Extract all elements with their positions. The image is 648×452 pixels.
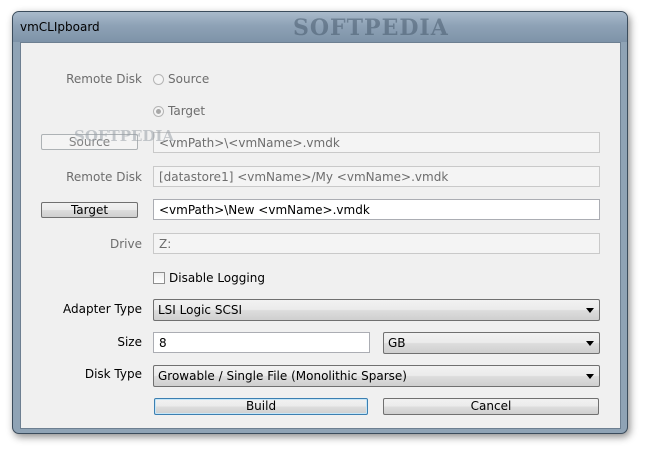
target-path-field[interactable]: <vmPath>\New <vmName>.vmdk <box>153 199 600 220</box>
disk-type-select[interactable]: Growable / Single File (Monolithic Spars… <box>153 365 600 387</box>
adapter-type-label: Adapter Type <box>63 302 142 316</box>
softpedia-watermark: SOFTPEDIA <box>74 127 175 145</box>
size-unit-select[interactable]: GB <box>383 332 600 354</box>
remote-disk-label: Remote Disk <box>66 72 142 86</box>
remote-disk-path-field[interactable]: [datastore1] <vmName>/My <vmName>.vmdk <box>153 166 600 187</box>
adapter-type-value: LSI Logic SCSI <box>158 303 242 317</box>
disable-logging-label: Disable Logging <box>169 271 265 285</box>
disk-type-label: Disk Type <box>84 367 142 381</box>
window-title: vmCLIpboard <box>20 20 100 34</box>
chevron-down-icon <box>586 374 594 379</box>
drive-field[interactable]: Z: <box>153 233 600 254</box>
size-field[interactable]: 8 <box>153 332 370 353</box>
dialog-body: Remote Disk Source Target Source <vmPath… <box>20 42 621 429</box>
source-path-field[interactable]: <vmPath>\<vmName>.vmdk <box>153 132 600 153</box>
radio-source-label: Source <box>168 72 210 86</box>
target-button[interactable]: Target <box>41 202 138 218</box>
adapter-type-select[interactable]: LSI Logic SCSI <box>153 299 600 321</box>
radio-source-indicator[interactable] <box>153 73 164 85</box>
radio-target-label: Target <box>168 104 206 118</box>
title-bar[interactable]: vmCLIpboard SOFTPEDIA <box>13 12 627 42</box>
size-label: Size <box>117 335 142 349</box>
chevron-down-icon <box>586 341 594 346</box>
app-window: vmCLIpboard SOFTPEDIA Remote Disk Source… <box>12 11 628 434</box>
remote-disk-label-2: Remote Disk <box>66 170 142 184</box>
watermark-logo: SOFTPEDIA <box>293 15 449 41</box>
radio-target-indicator[interactable] <box>153 105 164 117</box>
build-button[interactable]: Build <box>154 398 368 415</box>
disable-logging-checkbox[interactable]: Disable Logging <box>153 271 265 285</box>
disable-logging-box[interactable] <box>153 272 165 284</box>
radio-source[interactable]: Source <box>153 72 209 86</box>
cancel-button[interactable]: Cancel <box>383 398 599 415</box>
radio-target[interactable]: Target <box>153 104 205 118</box>
disk-type-value: Growable / Single File (Monolithic Spars… <box>158 369 407 383</box>
drive-label: Drive <box>110 237 142 251</box>
size-unit-value: GB <box>388 336 406 350</box>
chevron-down-icon <box>586 308 594 313</box>
